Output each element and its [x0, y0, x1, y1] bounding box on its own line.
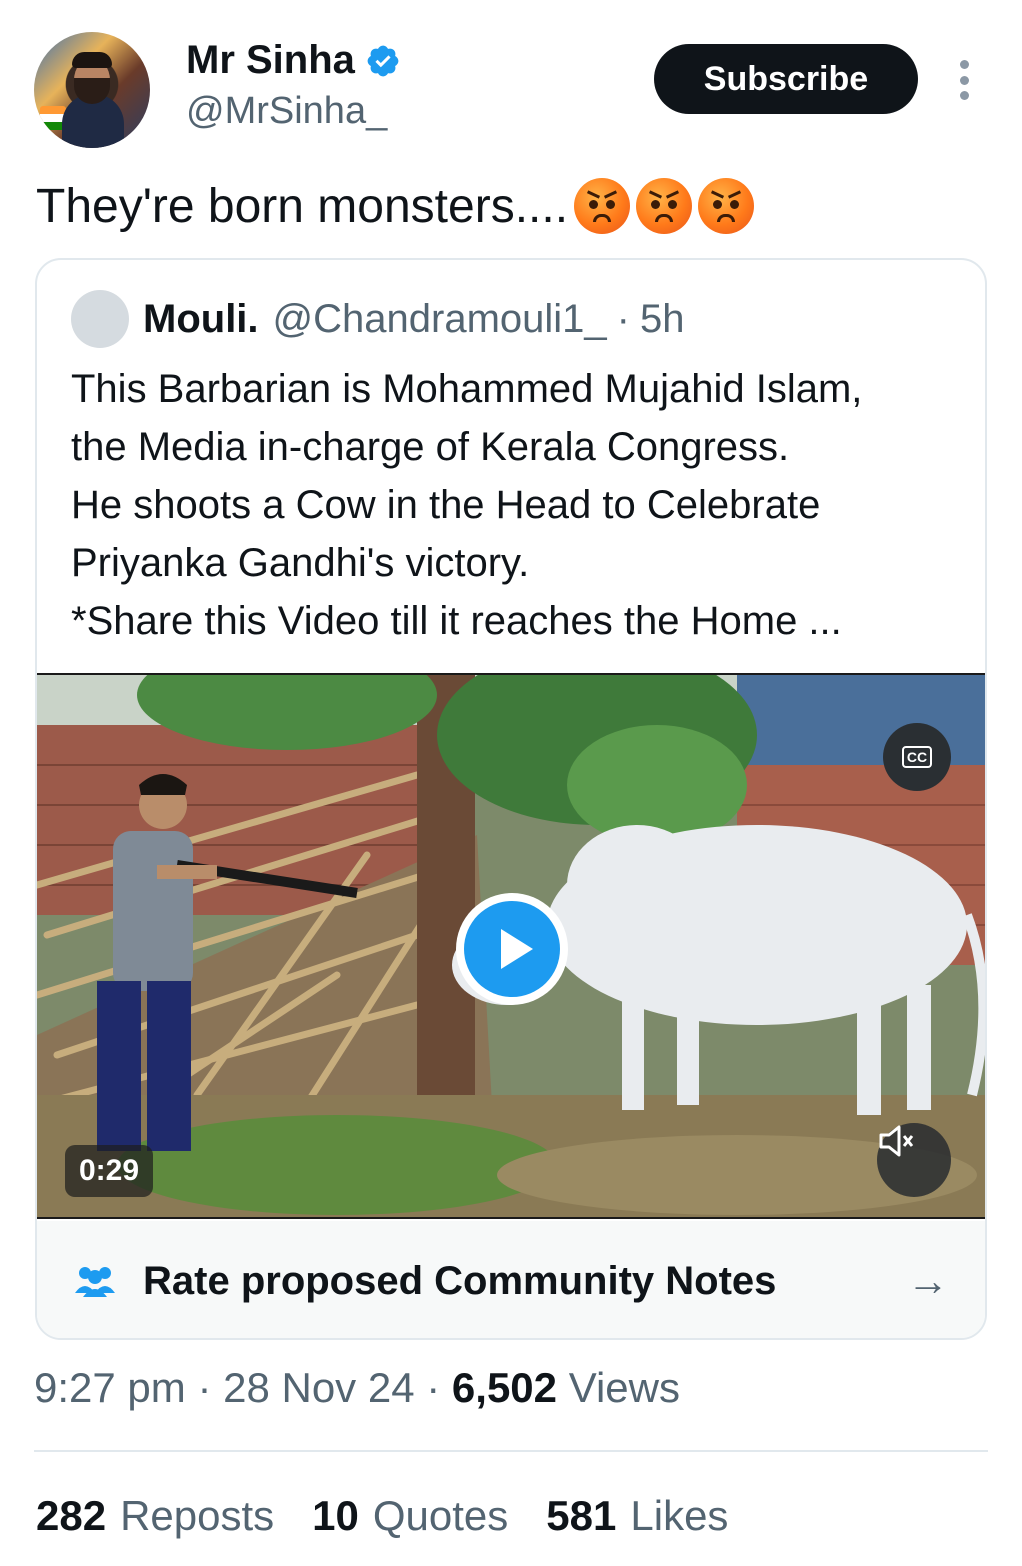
- mute-button[interactable]: [877, 1123, 951, 1197]
- angry-face-icon: [698, 178, 755, 234]
- quoted-tweet-header: Mouli. @Chandramouli1_ · 5h: [71, 290, 684, 348]
- quoted-text-line: *Share this Video till it reaches the Ho…: [71, 599, 842, 643]
- closed-captions-button[interactable]: CC: [883, 723, 951, 791]
- quoted-text-line: He shoots a Cow in the Head to Celebrate: [71, 483, 821, 527]
- quoted-tweet-card[interactable]: Mouli. @Chandramouli1_ · 5h This Barbari…: [35, 258, 987, 1340]
- cc-label: CC: [901, 746, 933, 768]
- more-vertical-icon[interactable]: [948, 56, 980, 104]
- views-label: Views: [568, 1364, 680, 1411]
- play-icon: [464, 901, 560, 997]
- quoted-text-line: This Barbarian is Mohammed Mujahid Islam…: [71, 367, 863, 411]
- quoted-author-avatar[interactable]: [71, 290, 129, 348]
- arrow-right-icon: →: [907, 1257, 949, 1304]
- subscribe-button[interactable]: Subscribe: [654, 44, 918, 114]
- quoted-separator: ·: [616, 296, 630, 341]
- tweet-time[interactable]: 9:27 pm: [34, 1364, 186, 1411]
- community-notes-label: Rate proposed Community Notes: [143, 1259, 777, 1303]
- quoted-text-line: the Media in-charge of Kerala Congress.: [71, 425, 790, 469]
- emoji-group: [574, 178, 755, 234]
- angry-face-icon: [636, 178, 693, 234]
- play-button[interactable]: [456, 893, 568, 1005]
- quoted-author-name[interactable]: Mouli.: [143, 297, 259, 342]
- likes-label: Likes: [630, 1492, 729, 1539]
- video-player[interactable]: CC 0:29: [37, 673, 985, 1219]
- tweet-text-content: They're born monsters....: [36, 179, 569, 233]
- quotes-label: Quotes: [372, 1492, 509, 1539]
- reposts-label: Reposts: [120, 1492, 275, 1539]
- meta-separator: ·: [197, 1364, 212, 1411]
- community-notes-icon: [75, 1267, 115, 1297]
- tweet-text: They're born monsters....: [36, 178, 755, 234]
- likes-stat[interactable]: 581 Likes: [546, 1492, 728, 1540]
- quoted-tweet-text: This Barbarian is Mohammed Mujahid Islam…: [71, 360, 961, 650]
- likes-count: 581: [546, 1492, 617, 1539]
- tweet-header: Mr Sinha @MrSinha_ Subscribe: [0, 0, 1022, 160]
- engagement-stats: 282 Reposts 10 Quotes 581 Likes: [36, 1492, 728, 1540]
- tweet-meta: 9:27 pm · 28 Nov 24 · 6,502 Views: [34, 1364, 680, 1412]
- author-avatar[interactable]: [34, 32, 150, 148]
- quoted-author-handle[interactable]: @Chandramouli1_: [273, 297, 607, 342]
- author-name[interactable]: Mr Sinha: [186, 38, 401, 83]
- speaker-muted-icon: [879, 1125, 914, 1157]
- quotes-count: 10: [312, 1492, 359, 1539]
- quoted-timestamp[interactable]: 5h: [640, 297, 685, 342]
- views-count: 6,502: [451, 1364, 558, 1411]
- reposts-count: 282: [36, 1492, 107, 1539]
- author-display-name[interactable]: Mr Sinha: [186, 38, 355, 83]
- community-notes-row[interactable]: Rate proposed Community Notes →: [37, 1221, 985, 1338]
- video-duration-badge: 0:29: [65, 1145, 154, 1197]
- quoted-text-line: Priyanka Gandhi's victory.: [71, 541, 530, 585]
- divider: [34, 1450, 988, 1452]
- verified-badge-icon: [367, 45, 399, 76]
- reposts-stat[interactable]: 282 Reposts: [36, 1492, 274, 1540]
- tweet-date[interactable]: 28 Nov 24: [223, 1364, 414, 1411]
- quotes-stat[interactable]: 10 Quotes: [312, 1492, 508, 1540]
- angry-face-icon: [574, 178, 631, 234]
- author-handle[interactable]: @MrSinha_: [186, 90, 387, 133]
- meta-separator: ·: [426, 1364, 441, 1411]
